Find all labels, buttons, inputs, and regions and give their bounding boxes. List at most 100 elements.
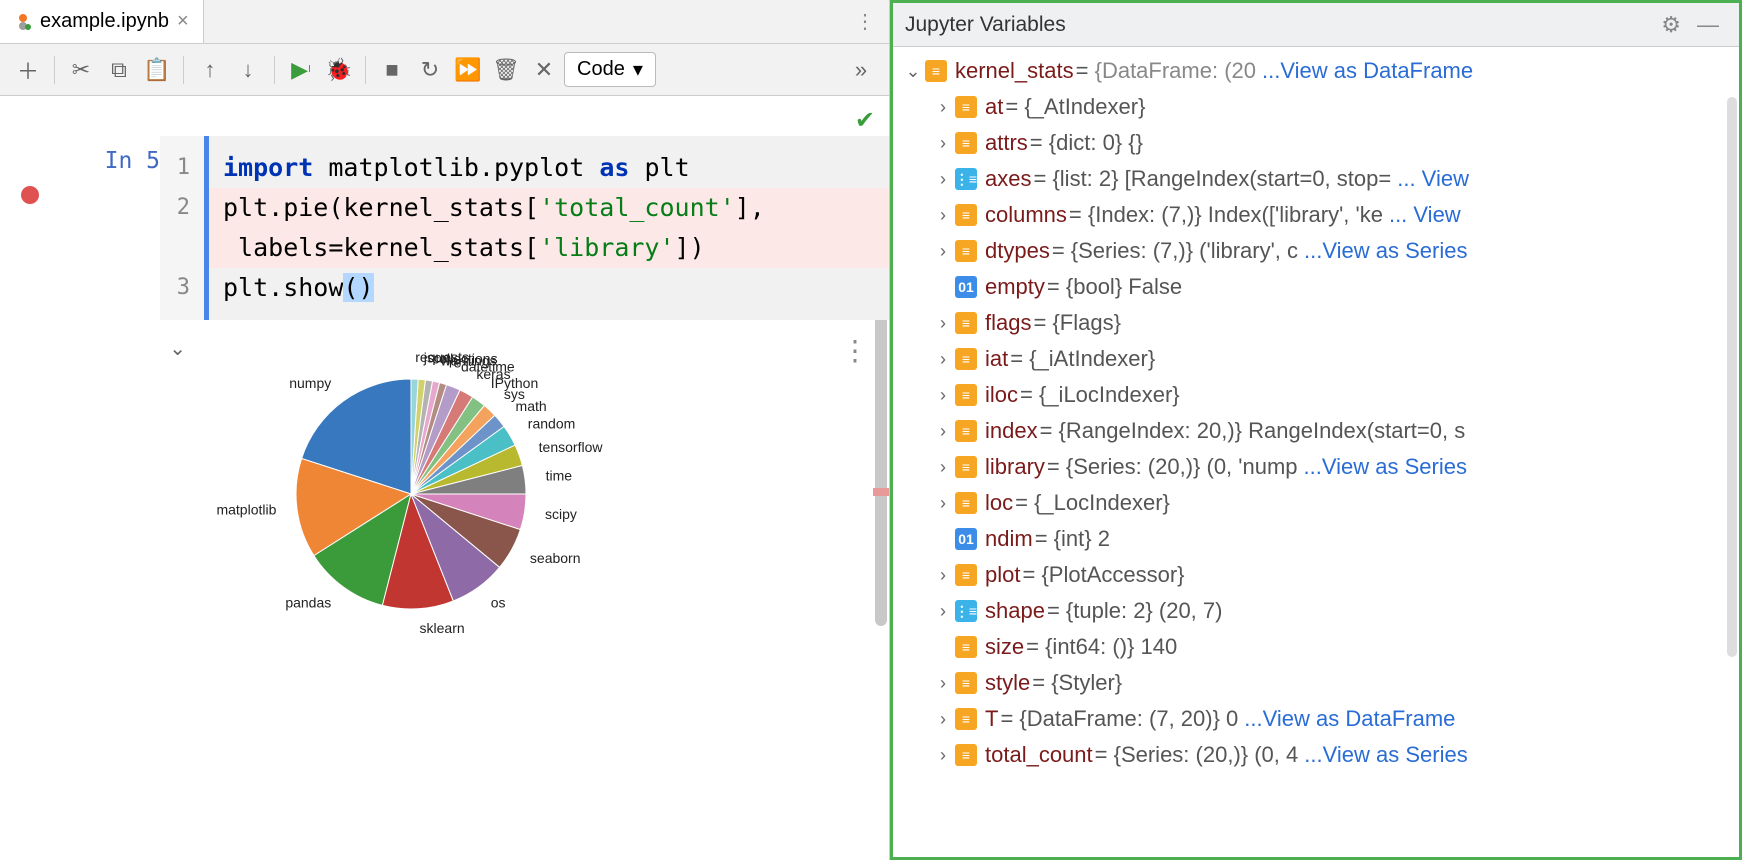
- chevron-right-icon[interactable]: ›: [931, 313, 955, 334]
- file-tab[interactable]: example.ipynb ×: [0, 0, 204, 43]
- clear-button[interactable]: ✕: [526, 52, 562, 88]
- type-icon: ≡: [955, 564, 977, 586]
- var-row[interactable]: ›≡at = {_AtIndexer}: [893, 89, 1739, 125]
- var-row[interactable]: ›≡columns = {Index: (7,)} Index(['librar…: [893, 197, 1739, 233]
- view-link[interactable]: ...View as DataFrame: [1262, 58, 1473, 84]
- var-row[interactable]: ›≡attrs = {dict: 0} {}: [893, 125, 1739, 161]
- code-editor[interactable]: import matplotlib.pyplot as plt plt.pie(…: [204, 136, 889, 320]
- move-up-button[interactable]: ↑: [192, 52, 228, 88]
- svg-text:numpy: numpy: [289, 375, 331, 391]
- var-name: columns: [985, 202, 1067, 228]
- paste-button[interactable]: 📋: [139, 52, 175, 88]
- chevron-right-icon[interactable]: ›: [931, 97, 955, 118]
- var-value: = {Styler}: [1032, 670, 1122, 696]
- var-row[interactable]: ›≡index = {RangeIndex: 20,)} RangeIndex(…: [893, 413, 1739, 449]
- chevron-right-icon[interactable]: ›: [931, 241, 955, 262]
- var-row-root[interactable]: ⌄ ≡ kernel_stats = {DataFrame: (20 ...Vi…: [893, 53, 1739, 89]
- notebook-toolbar: ＋ ✂ ⧉ 📋 ↑ ↓ ▶I 🐞 ■ ↻ ⏩ 🗑 ✕ Code ▾ »: [0, 44, 889, 96]
- chevron-right-icon[interactable]: ›: [931, 421, 955, 442]
- toolbar-overflow-icon[interactable]: »: [843, 52, 879, 88]
- chevron-right-icon[interactable]: ›: [931, 385, 955, 406]
- type-icon: ⋮≡: [955, 168, 977, 190]
- tab-overflow-icon[interactable]: ⋮: [841, 9, 889, 34]
- chevron-right-icon[interactable]: ›: [931, 349, 955, 370]
- var-row[interactable]: ›≡loc = {_LocIndexer}: [893, 485, 1739, 521]
- cell-type-label: Code: [577, 58, 625, 81]
- var-name: dtypes: [985, 238, 1050, 264]
- chevron-right-icon[interactable]: ›: [931, 133, 955, 154]
- minimize-icon[interactable]: —: [1689, 12, 1727, 38]
- cell-output: ⌄ ⋮ numpymatplotlibpandassklearnosseabor…: [0, 328, 889, 650]
- svg-text:os: os: [491, 594, 506, 610]
- view-link[interactable]: ...View as Series: [1304, 238, 1467, 264]
- chevron-right-icon[interactable]: ›: [931, 169, 955, 190]
- add-cell-button[interactable]: ＋: [10, 52, 46, 88]
- close-tab-icon[interactable]: ×: [177, 10, 189, 33]
- panel-scrollbar[interactable]: [1727, 97, 1737, 657]
- var-row[interactable]: ›≡dtypes = {Series: (7,)} ('library', c.…: [893, 233, 1739, 269]
- view-link[interactable]: ...View as Series: [1304, 454, 1467, 480]
- var-row[interactable]: ›≡flags = {Flags}: [893, 305, 1739, 341]
- svg-text:scipy: scipy: [545, 506, 577, 522]
- restart-button[interactable]: ↻: [412, 52, 448, 88]
- chevron-right-icon[interactable]: ›: [931, 565, 955, 586]
- variables-panel: Jupyter Variables ⚙ — ⌄ ≡ kernel_stats =…: [890, 0, 1742, 860]
- chevron-right-icon[interactable]: ›: [931, 493, 955, 514]
- var-row[interactable]: ›≡total_count = {Series: (20,)} (0, 4...…: [893, 737, 1739, 773]
- variable-tree[interactable]: ⌄ ≡ kernel_stats = {DataFrame: (20 ...Vi…: [893, 47, 1739, 857]
- chevron-right-icon[interactable]: ›: [931, 745, 955, 766]
- chevron-right-icon[interactable]: ›: [931, 709, 955, 730]
- panel-title: Jupyter Variables: [905, 13, 1653, 37]
- run-all-button[interactable]: ⏩: [450, 52, 486, 88]
- var-name: loc: [985, 490, 1013, 516]
- cell-type-select[interactable]: Code ▾: [564, 52, 656, 87]
- view-link[interactable]: ...View as DataFrame: [1244, 706, 1455, 732]
- chevron-right-icon[interactable]: ›: [931, 601, 955, 622]
- debug-cell-button[interactable]: 🐞: [321, 52, 357, 88]
- var-value: = {_iLocIndexer}: [1020, 382, 1180, 408]
- var-row[interactable]: ≡size = {int64: ()} 140: [893, 629, 1739, 665]
- view-link[interactable]: ... View: [1397, 166, 1469, 192]
- var-row[interactable]: ›≡iat = {_iAtIndexer}: [893, 341, 1739, 377]
- output-menu-icon[interactable]: ⋮: [841, 334, 869, 367]
- chevron-down-icon[interactable]: ⌄: [901, 61, 925, 82]
- breakpoint-icon[interactable]: [21, 186, 39, 204]
- var-row[interactable]: 01ndim = {int} 2: [893, 521, 1739, 557]
- var-name: kernel_stats: [955, 58, 1074, 84]
- svg-text:sklearn: sklearn: [420, 620, 465, 636]
- chevron-down-icon: ⌄: [169, 336, 186, 650]
- var-row[interactable]: ›≡style = {Styler}: [893, 665, 1739, 701]
- var-row[interactable]: ›⋮≡shape = {tuple: 2} (20, 7): [893, 593, 1739, 629]
- var-row[interactable]: ›≡iloc = {_iLocIndexer}: [893, 377, 1739, 413]
- cut-button[interactable]: ✂: [63, 52, 99, 88]
- gutter: [0, 136, 60, 320]
- editor-pane: example.ipynb × ⋮ ＋ ✂ ⧉ 📋 ↑ ↓ ▶I 🐞 ■ ↻ ⏩…: [0, 0, 890, 860]
- output-toggle[interactable]: ⌄: [0, 328, 200, 650]
- var-row[interactable]: ›≡T = {DataFrame: (7, 20)} 0 ...View as …: [893, 701, 1739, 737]
- var-value: = {dict: 0} {}: [1030, 130, 1143, 156]
- svg-text:requests: requests: [415, 349, 469, 365]
- type-icon: ≡: [955, 636, 977, 658]
- var-name: T: [985, 706, 998, 732]
- cell-prompt: In 5: [60, 136, 160, 320]
- view-link[interactable]: ...View as Series: [1304, 742, 1467, 768]
- var-row[interactable]: ›⋮≡axes = {list: 2} [RangeIndex(start=0,…: [893, 161, 1739, 197]
- var-row[interactable]: ›≡plot = {PlotAccessor}: [893, 557, 1739, 593]
- var-value: = {_AtIndexer}: [1005, 94, 1145, 120]
- move-down-button[interactable]: ↓: [230, 52, 266, 88]
- copy-button[interactable]: ⧉: [101, 52, 137, 88]
- var-name: iat: [985, 346, 1008, 372]
- delete-output-button[interactable]: 🗑: [488, 52, 524, 88]
- var-row[interactable]: 01empty = {bool} False: [893, 269, 1739, 305]
- var-row[interactable]: ›≡library = {Series: (20,)} (0, 'nump...…: [893, 449, 1739, 485]
- chevron-right-icon[interactable]: ›: [931, 457, 955, 478]
- stop-button[interactable]: ■: [374, 52, 410, 88]
- var-value: = {int} 2: [1035, 526, 1110, 552]
- gear-icon[interactable]: ⚙: [1653, 12, 1689, 38]
- chevron-right-icon[interactable]: ›: [931, 673, 955, 694]
- chevron-right-icon[interactable]: ›: [931, 205, 955, 226]
- type-icon: ≡: [955, 384, 977, 406]
- view-link[interactable]: ... View: [1389, 202, 1461, 228]
- run-cell-button[interactable]: ▶I: [283, 52, 319, 88]
- code-cell[interactable]: In 5 1 2 3 import matplotlib.pyplot as p…: [0, 136, 889, 320]
